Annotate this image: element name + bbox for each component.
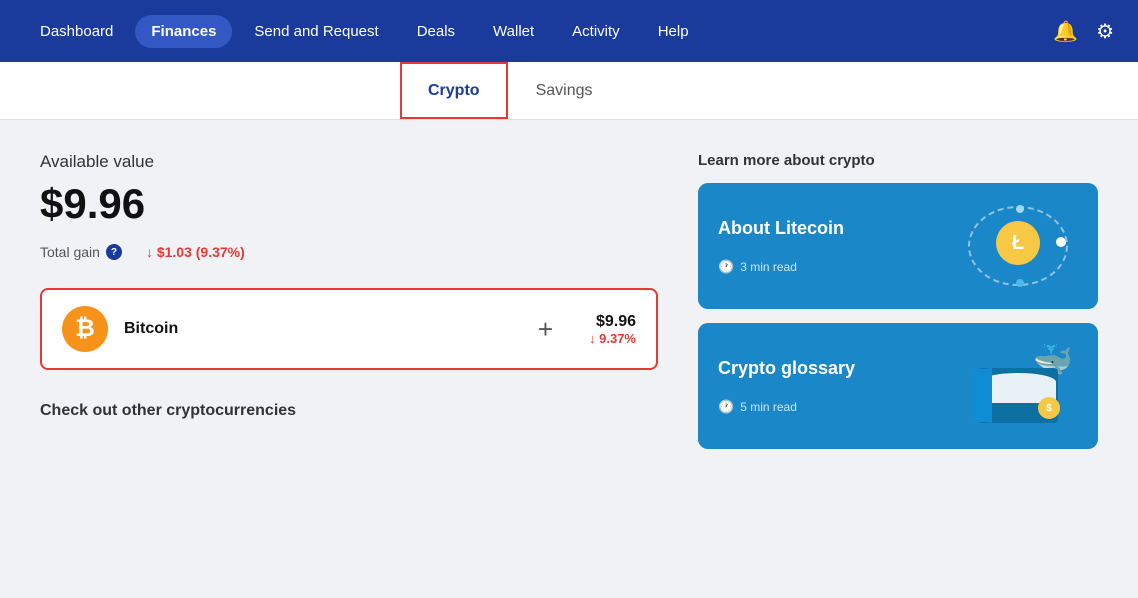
bell-icon[interactable]: 🔔	[1053, 19, 1078, 44]
ltc-dot3	[1056, 237, 1066, 247]
nav-item-finances[interactable]: Finances	[135, 15, 232, 48]
nav-item-help[interactable]: Help	[642, 15, 705, 48]
ltc-coin: Ł	[996, 221, 1040, 265]
bitcoin-card[interactable]: ₿ Bitcoin + $9.96 ↓ 9.37%	[40, 288, 658, 370]
crypto-glossary-title: Crypto glossary	[718, 358, 855, 379]
about-litecoin-duration: 3 min read	[740, 260, 797, 274]
available-label: Available value	[40, 152, 658, 172]
about-litecoin-text: About Litecoin 🕐 3 min read	[718, 218, 844, 275]
clock-icon-2: 🕐	[718, 399, 734, 415]
gear-icon[interactable]: ⚙	[1096, 19, 1114, 44]
about-litecoin-time: 🕐 3 min read	[718, 259, 844, 275]
available-value: $9.96	[40, 180, 658, 228]
litecoin-illustration: Ł	[968, 201, 1078, 291]
nav-item-deals[interactable]: Deals	[401, 15, 471, 48]
bitcoin-values: $9.96 ↓ 9.37%	[589, 313, 636, 346]
nav-item-wallet[interactable]: Wallet	[477, 15, 550, 48]
about-litecoin-card[interactable]: About Litecoin 🕐 3 min read Ł	[698, 183, 1098, 309]
nav-actions: 🔔 ⚙	[1053, 19, 1114, 44]
gain-row: Total gain ? ↓ $1.03 (9.37%)	[40, 244, 658, 260]
ltc-dot2	[1016, 279, 1024, 287]
gain-label: Total gain ?	[40, 244, 122, 260]
main-content: Available value $9.96 Total gain ? ↓ $1.…	[0, 120, 1138, 463]
info-icon[interactable]: ?	[106, 244, 122, 260]
clock-icon: 🕐	[718, 259, 734, 275]
add-bitcoin-button[interactable]: +	[538, 314, 553, 345]
tab-savings[interactable]: Savings	[508, 62, 621, 119]
crypto-glossary-time: 🕐 5 min read	[718, 399, 855, 415]
crypto-glossary-card[interactable]: Crypto glossary 🕐 5 min read 🐳 $	[698, 323, 1098, 449]
ltc-dot1	[1016, 205, 1024, 213]
book-coin: $	[1038, 397, 1060, 419]
gain-label-text: Total gain	[40, 244, 100, 260]
tabs-bar: Crypto Savings	[0, 62, 1138, 120]
navbar: Dashboard Finances Send and Request Deal…	[0, 0, 1138, 62]
bitcoin-name: Bitcoin	[124, 320, 502, 338]
about-litecoin-title: About Litecoin	[718, 218, 844, 239]
crypto-glossary-duration: 5 min read	[740, 400, 797, 414]
tab-crypto[interactable]: Crypto	[400, 62, 508, 119]
gain-value: ↓ $1.03 (9.37%)	[146, 244, 245, 260]
nav-item-activity[interactable]: Activity	[556, 15, 636, 48]
nav-links: Dashboard Finances Send and Request Deal…	[24, 15, 705, 48]
bitcoin-icon: ₿	[62, 306, 108, 352]
learn-title: Learn more about crypto	[698, 152, 1098, 169]
bitcoin-pct: ↓ 9.37%	[589, 331, 636, 346]
check-out-label: Check out other cryptocurrencies	[40, 402, 658, 420]
book-illustration: 🐳 $	[968, 341, 1078, 431]
nav-item-dashboard[interactable]: Dashboard	[24, 15, 129, 48]
right-panel: Learn more about crypto About Litecoin 🕐…	[698, 152, 1098, 463]
crypto-glossary-text: Crypto glossary 🕐 5 min read	[718, 358, 855, 415]
left-panel: Available value $9.96 Total gain ? ↓ $1.…	[40, 152, 658, 463]
nav-item-send-request[interactable]: Send and Request	[238, 15, 394, 48]
bitcoin-usd: $9.96	[589, 313, 636, 331]
book-cover-left	[973, 368, 992, 423]
